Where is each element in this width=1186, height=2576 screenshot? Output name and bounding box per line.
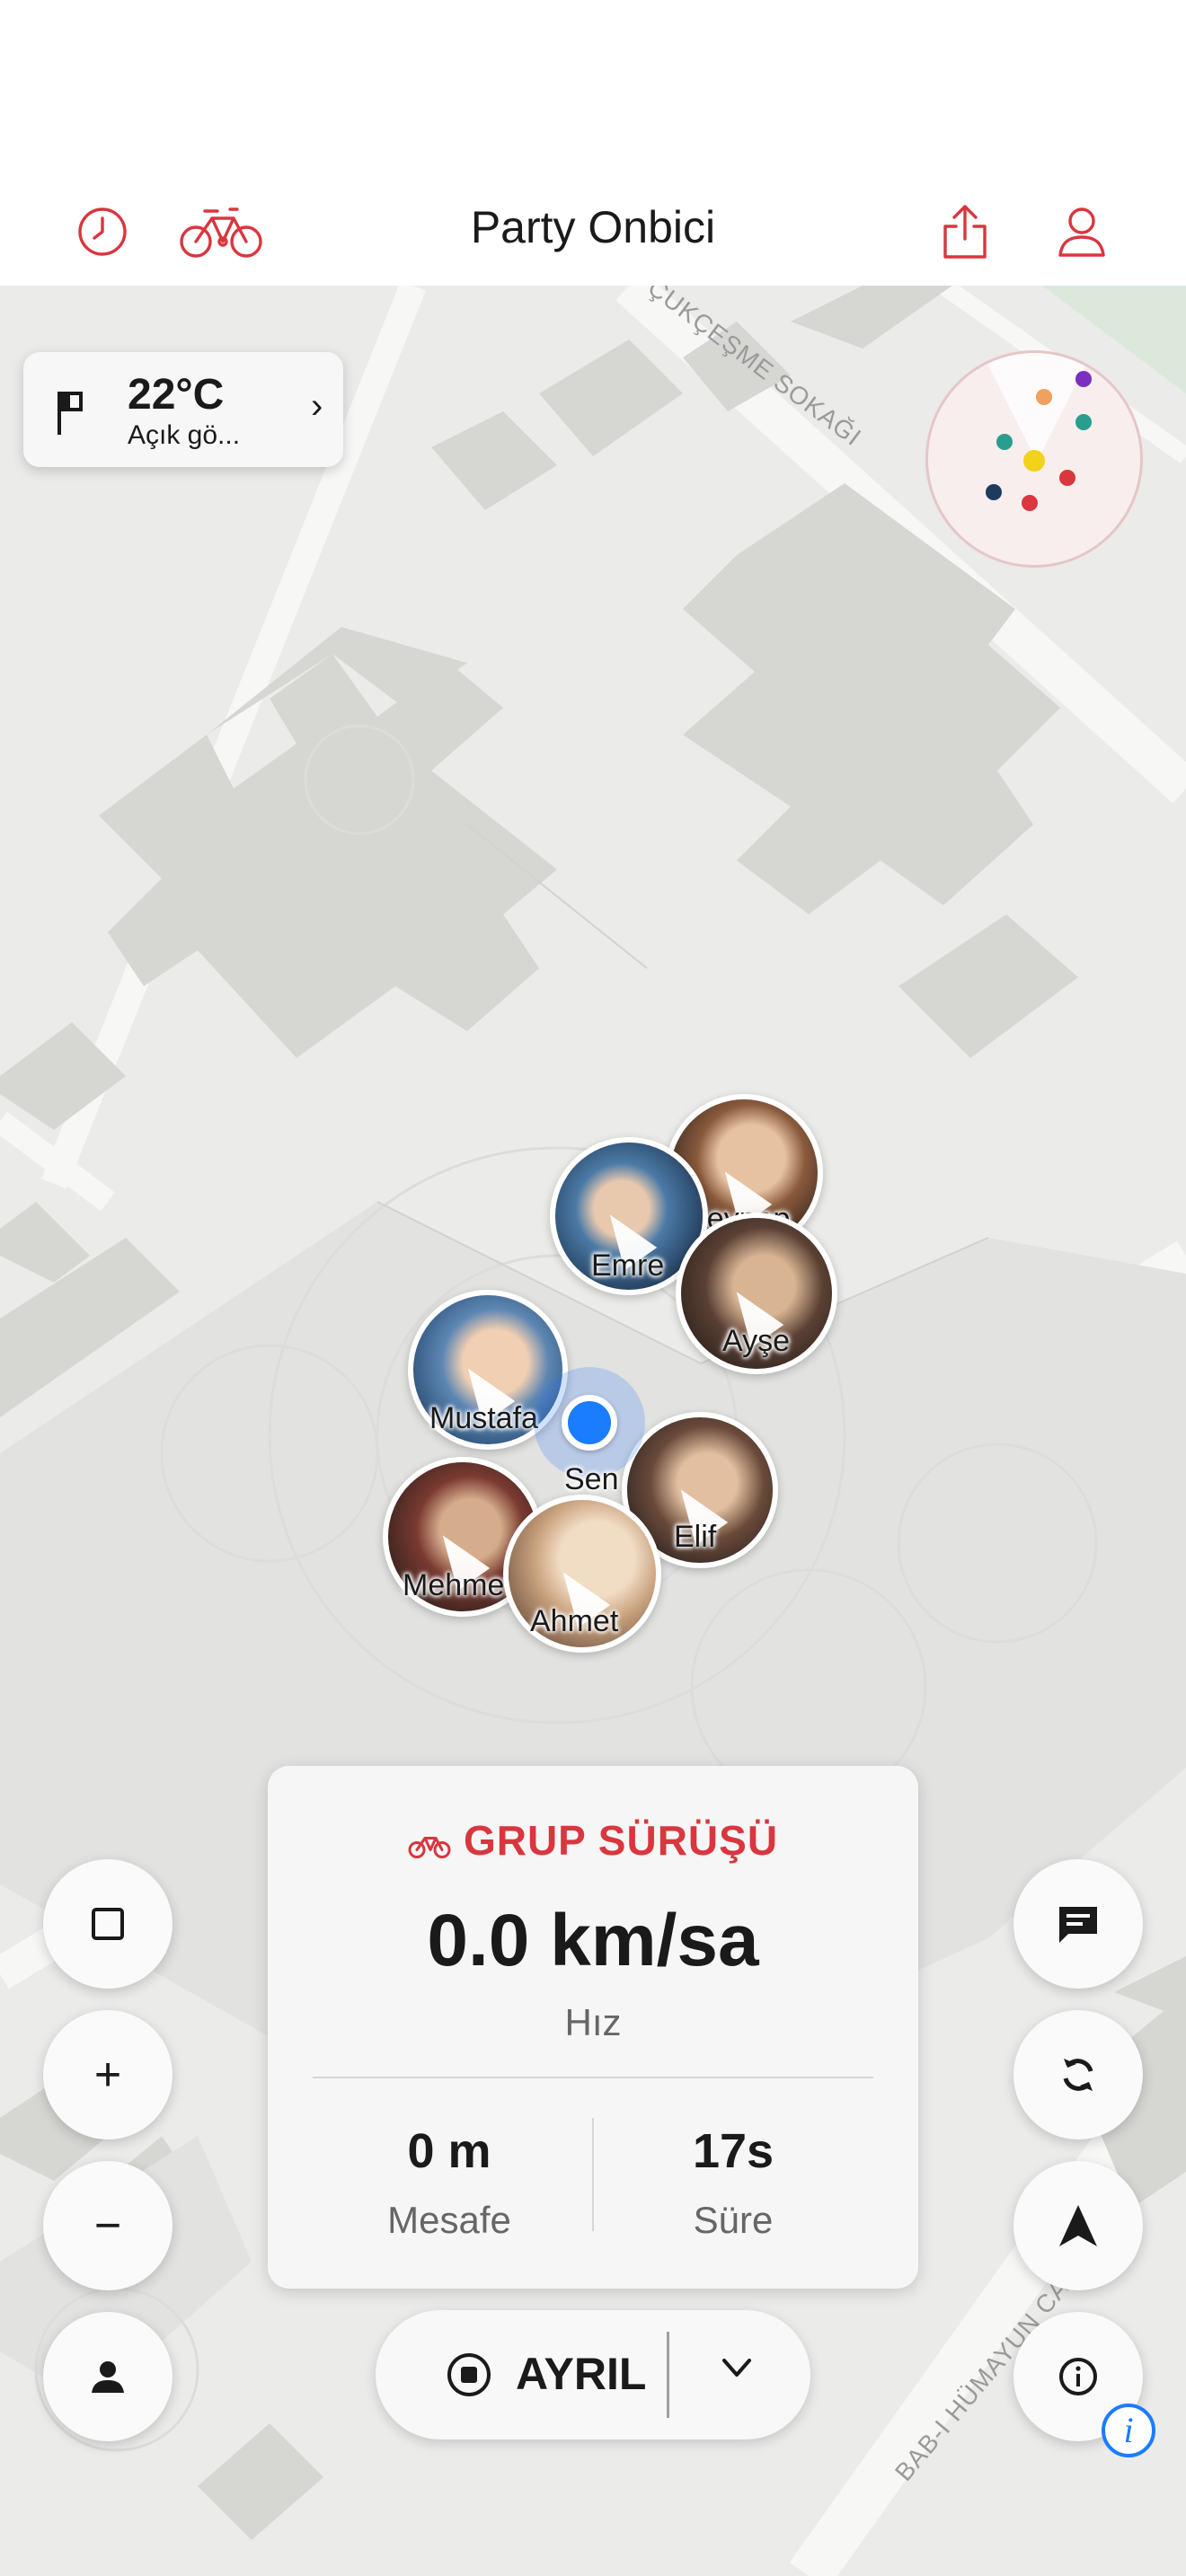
distance-value: 0 m <box>407 2124 491 2178</box>
rider-name: Ahmet <box>530 1604 619 1638</box>
ride-stats-card: GRUP SÜRÜŞÜ 0.0 km/sa Hız 0 m Mesafe 17s… <box>268 1766 918 2289</box>
center-on-me-button[interactable] <box>43 2312 173 2441</box>
bicycle-icon[interactable] <box>176 196 266 268</box>
stop-icon <box>447 2353 491 2396</box>
navigation-arrow-icon <box>1059 2205 1097 2246</box>
rider-name: Mehmet <box>403 1568 513 1602</box>
square-toggle-button[interactable] <box>43 1859 173 1989</box>
chat-icon <box>1059 1907 1097 1943</box>
radar-dot <box>1075 371 1092 387</box>
radar-self-dot <box>1023 450 1045 472</box>
speed-label: Hız <box>564 2001 622 2043</box>
person-icon <box>92 2361 124 2393</box>
zoom-in-button[interactable]: + <box>43 2010 173 2139</box>
leave-button[interactable]: AYRIL <box>516 2348 646 2400</box>
rider-name: Mustafa <box>429 1401 538 1435</box>
profile-icon[interactable] <box>1046 196 1118 268</box>
sync-icon <box>1063 2059 1093 2091</box>
bicycle-icon <box>408 1837 451 1858</box>
rider-name: Elif <box>674 1520 717 1554</box>
navigation-button[interactable] <box>1013 2161 1143 2290</box>
weather-condition: Açık gö... <box>128 420 241 450</box>
speed-value: 0.0 km/sa <box>427 1900 759 1981</box>
distance-label: Mesafe <box>387 2199 511 2241</box>
rider-name: Ayşe <box>722 1324 790 1358</box>
status-bar <box>0 0 1186 180</box>
leave-group-control: AYRIL <box>376 2310 810 2439</box>
radar-dot <box>1059 470 1075 486</box>
page-title: Party Onbici <box>470 202 716 252</box>
distance-metric: 0 m Mesafe <box>314 2123 584 2242</box>
zoom-out-button[interactable]: − <box>43 2161 173 2290</box>
radar-dot <box>986 484 1002 500</box>
map-info-badge[interactable]: i <box>1102 2404 1155 2457</box>
duration-value: 17s <box>692 2124 774 2178</box>
divider <box>667 2332 669 2418</box>
radar-dot <box>1022 495 1038 511</box>
square-icon <box>92 1908 124 1940</box>
chevron-right-icon: › <box>311 386 323 426</box>
history-icon[interactable] <box>66 196 138 268</box>
ride-header: GRUP SÜRÜŞÜ <box>268 1816 918 1865</box>
info-icon <box>1059 2358 1097 2395</box>
duration-metric: 17s Süre <box>598 2123 868 2242</box>
minus-icon: − <box>93 2200 122 2252</box>
chat-button[interactable] <box>1013 1859 1143 1989</box>
duration-label: Süre <box>693 2199 774 2241</box>
share-icon[interactable] <box>929 196 1001 268</box>
radar-dot <box>1036 389 1052 405</box>
divider <box>313 2077 873 2078</box>
group-radar[interactable] <box>925 350 1143 568</box>
ride-header-label: GRUP SÜRÜŞÜ <box>463 1817 779 1864</box>
weather-temperature: 22°C <box>128 371 225 419</box>
refresh-button[interactable] <box>1013 2010 1143 2139</box>
chevron-down-icon[interactable] <box>719 2350 755 2386</box>
weather-widget[interactable]: 22°C Açık gö... › <box>23 352 343 467</box>
rider-name: Emre <box>591 1248 665 1283</box>
self-label: Sen <box>564 1462 619 1496</box>
nav-bar: Party Onbici <box>0 180 1186 286</box>
flag-icon <box>58 392 83 435</box>
plus-icon: + <box>93 2049 122 2101</box>
divider <box>592 2118 594 2231</box>
radar-dot <box>996 434 1013 450</box>
radar-dot <box>1075 414 1092 430</box>
